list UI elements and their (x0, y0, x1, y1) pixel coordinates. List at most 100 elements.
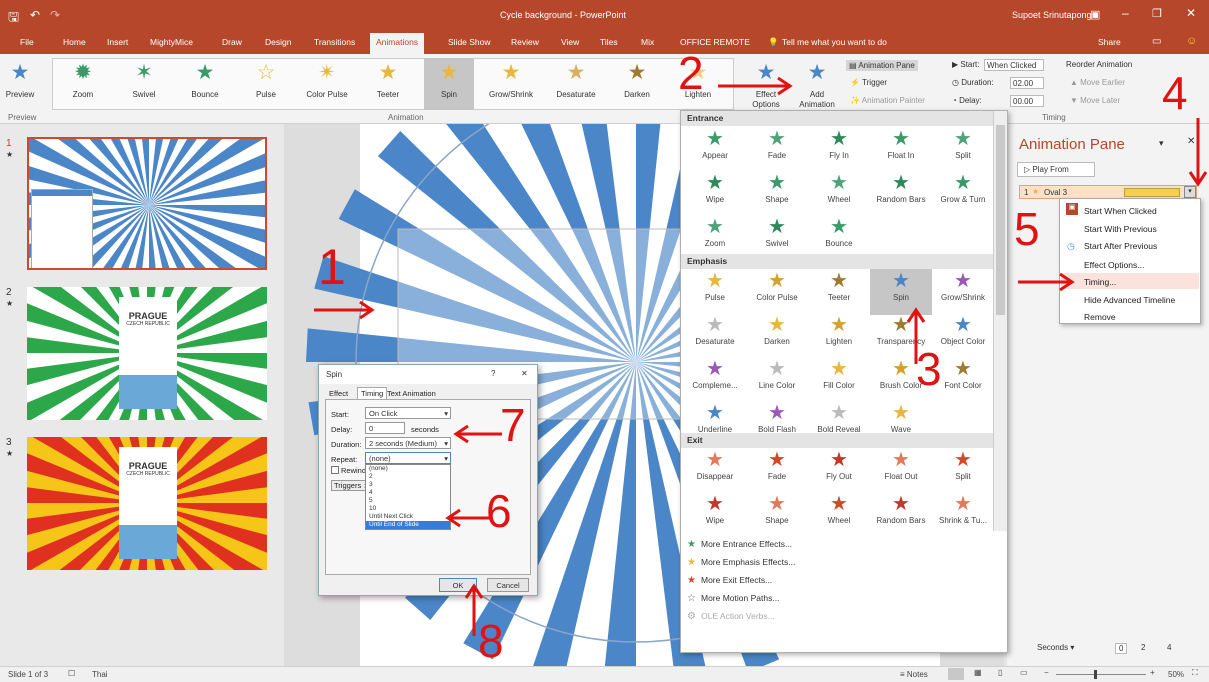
tab-transitions[interactable]: Transitions (314, 37, 355, 47)
menu-start-after-previous[interactable]: Start After Previous (1084, 241, 1157, 251)
slide-sorter-icon[interactable]: ▦ (974, 668, 982, 677)
spellcheck-icon[interactable]: ☐ (68, 669, 75, 678)
tell-me-search-icon[interactable]: 💡 (768, 37, 779, 48)
dialog-close-icon[interactable]: ✕ (521, 369, 528, 378)
gallery-effect-entrance[interactable]: ★ Appear (684, 127, 746, 173)
fit-to-window-icon[interactable]: ⛶ (1192, 668, 1198, 678)
tab-design[interactable]: Design (265, 37, 291, 47)
tab-home[interactable]: Home (63, 37, 86, 47)
gallery-effect-exit[interactable]: ★ Wipe (684, 492, 746, 538)
preview-button[interactable]: ★ Preview (2, 60, 38, 110)
gallery-effect-emphasis[interactable]: ★ Grow/Shrink (932, 269, 994, 315)
gallery-effect-emphasis[interactable]: ★ Teeter (808, 269, 870, 315)
gallery-effect-exit[interactable]: ★ Split (932, 448, 994, 494)
repeat-option[interactable]: Until Next Click (366, 513, 450, 521)
reading-view-icon[interactable]: ▯ (998, 668, 1002, 677)
gallery-effect-emphasis[interactable]: ★ Pulse (684, 269, 746, 315)
animation-painter-button[interactable]: ✨ Animation Painter (850, 96, 925, 105)
repeat-option[interactable]: 3 (366, 481, 450, 489)
effect-color-pulse[interactable]: ✴ Color Pulse (304, 60, 350, 110)
gallery-effect-entrance[interactable]: ★ Fly In (808, 127, 870, 173)
tab-mix[interactable]: Mix (641, 37, 654, 47)
duration-input[interactable]: 02.00 (1010, 77, 1044, 89)
repeat-option[interactable]: 5 (366, 497, 450, 505)
help-icon[interactable]: ? (491, 369, 495, 378)
rewind-checkbox[interactable] (331, 466, 339, 474)
gallery-effect-emphasis[interactable]: ★ Lighten (808, 313, 870, 359)
tab-review[interactable]: Review (511, 37, 539, 47)
slide-thumbnail-2[interactable]: PRAGUE CZECH REPUBLIC (27, 287, 267, 420)
menu-effect-options[interactable]: Effect Options... (1084, 260, 1144, 270)
repeat-option[interactable]: (none) (366, 465, 450, 473)
animation-pane-button[interactable]: ▤ Animation Pane (846, 60, 918, 71)
ole-action-verbs[interactable]: ⚙ OLE Action Verbs... (687, 611, 775, 622)
user-name[interactable]: Supoet Srinutapong (1012, 10, 1092, 20)
gallery-effect-entrance[interactable]: ★ Wipe (684, 171, 746, 217)
menu-remove[interactable]: Remove (1084, 312, 1116, 322)
undo-icon[interactable]: ↶ (30, 8, 40, 22)
smiley-icon[interactable]: ☺ (1186, 35, 1197, 47)
menu-start-when-clicked[interactable]: Start When Clicked (1084, 206, 1157, 216)
gallery-effect-exit[interactable]: ★ Float Out (870, 448, 932, 494)
zoom-out-icon[interactable]: − (1044, 668, 1049, 677)
more-emphasis-effects[interactable]: ★ More Emphasis Effects... (687, 557, 795, 568)
effect-darken[interactable]: ★ Darken (614, 60, 660, 110)
effect-zoom[interactable]: ✹ Zoom (60, 60, 106, 110)
zoom-slider-thumb[interactable] (1094, 670, 1097, 679)
tab-mightymice[interactable]: MightyMice (150, 37, 193, 47)
gallery-effect-entrance[interactable]: ★ Grow & Turn (932, 171, 994, 217)
menu-hide-advanced-timeline[interactable]: Hide Advanced Timeline (1084, 295, 1175, 305)
gallery-scroll-thumb[interactable] (996, 125, 1005, 315)
gallery-effect-emphasis[interactable]: ★ Darken (746, 313, 808, 359)
gallery-effect-emphasis[interactable]: ★ Fill Color (808, 357, 870, 403)
tab-view[interactable]: View (561, 37, 579, 47)
delay-input[interactable]: 0 (365, 422, 405, 434)
share-button[interactable]: Share (1098, 37, 1121, 47)
more-exit-effects[interactable]: ★ More Exit Effects... (687, 575, 772, 586)
delay-input[interactable]: 00.00 (1010, 95, 1044, 107)
timeline-bar[interactable] (1124, 188, 1180, 197)
tab-effect[interactable]: Effect (329, 389, 348, 398)
gallery-effect-entrance[interactable]: ★ Fade (746, 127, 808, 173)
effect-pulse[interactable]: ☆ Pulse (243, 60, 289, 110)
repeat-option[interactable]: 10 (366, 505, 450, 513)
gallery-effect-emphasis[interactable]: ★ Color Pulse (746, 269, 808, 315)
slide-thumbnail-1[interactable] (27, 137, 267, 270)
tab-draw[interactable]: Draw (222, 37, 242, 47)
tab-slide-show[interactable]: Slide Show (448, 37, 491, 47)
gallery-effect-emphasis[interactable]: ★ Compleme... (684, 357, 746, 403)
gallery-effect-exit[interactable]: ★ Shape (746, 492, 808, 538)
repeat-option[interactable]: Until End of Slide (366, 521, 450, 529)
slide-thumbnail-3[interactable]: PRAGUE CZECH REPUBLIC (27, 437, 267, 570)
maximize-icon[interactable]: ❐ (1152, 7, 1162, 20)
slideshow-icon[interactable]: ▭ (1020, 668, 1028, 677)
play-from-button[interactable]: ▷ Play From (1017, 162, 1095, 177)
save-icon[interactable]: 🖫 (8, 8, 19, 30)
repeat-option[interactable]: 2 (366, 473, 450, 481)
minimize-icon[interactable]: – (1122, 6, 1129, 20)
timeline-ruler-start[interactable]: 0 (1115, 643, 1128, 654)
ribbon-display-icon[interactable]: ▣ (1090, 8, 1100, 21)
more-entrance-effects[interactable]: ★ More Entrance Effects... (687, 539, 792, 550)
zoom-level[interactable]: 50% (1168, 670, 1184, 679)
gallery-effect-entrance[interactable]: ★ Wheel (808, 171, 870, 217)
effect-spin[interactable]: ★ Spin (424, 58, 474, 110)
animation-item-oval-3[interactable]: 1 ★ Oval 3 ▾ (1019, 185, 1197, 199)
tab-tiles[interactable]: Tiles (600, 37, 618, 47)
duration-select[interactable]: 2 seconds (Medium) ▾ (365, 437, 451, 449)
tab-insert[interactable]: Insert (107, 37, 128, 47)
gallery-effect-emphasis[interactable]: ★ Line Color (746, 357, 808, 403)
pane-options-icon[interactable]: ▾ (1159, 138, 1164, 149)
gallery-effect-exit[interactable]: ★ Random Bars (870, 492, 932, 538)
trigger-button[interactable]: ⚡ Trigger (850, 78, 887, 87)
effect-swivel[interactable]: ✶ Swivel (121, 60, 167, 110)
gallery-effect-emphasis[interactable]: ★ Desaturate (684, 313, 746, 359)
add-animation-button[interactable]: ★ Add Animation (794, 60, 840, 110)
tab-office-remote[interactable]: OFFICE REMOTE (680, 37, 750, 47)
repeat-option[interactable]: 4 (366, 489, 450, 497)
gallery-effect-entrance[interactable]: ★ Float In (870, 127, 932, 173)
gallery-effect-exit[interactable]: ★ Shrink & Tu... (932, 492, 994, 538)
gallery-effect-exit[interactable]: ★ Wheel (808, 492, 870, 538)
tab-animations[interactable]: Animations (370, 33, 425, 54)
gallery-effect-exit[interactable]: ★ Disappear (684, 448, 746, 494)
